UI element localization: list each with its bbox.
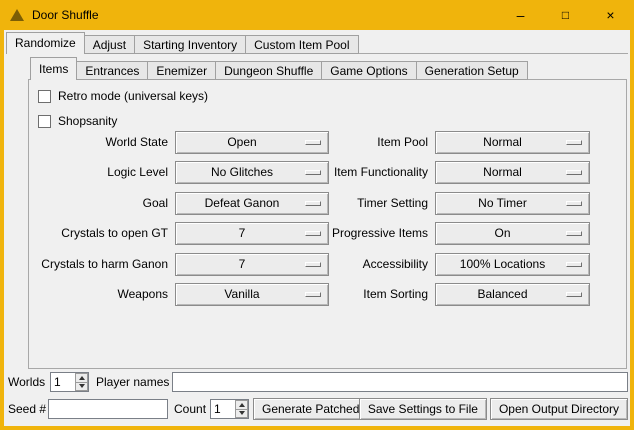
goal-dropdown[interactable]: Defeat Ganon	[175, 192, 329, 215]
spinner-up-button[interactable]	[75, 373, 88, 383]
worlds-row: Worlds Player names	[4, 372, 630, 392]
accessibility-label: Accessibility	[322, 253, 428, 276]
dropdown-indicator-icon	[566, 140, 582, 145]
weapons-dropdown[interactable]: Vanilla	[175, 283, 329, 306]
tab-items[interactable]: Items	[30, 57, 77, 80]
player-names-input[interactable]	[172, 372, 628, 392]
close-button[interactable]: ×	[588, 0, 633, 30]
dropdown-indicator-icon	[305, 140, 321, 145]
open-output-directory-button[interactable]: Open Output Directory	[490, 398, 628, 420]
weapons-label: Weapons	[8, 283, 168, 306]
tab-game-options[interactable]: Game Options	[321, 61, 416, 80]
bottom-right-buttons: Save Settings to File Open Output Direct…	[359, 398, 628, 420]
item-functionality-label: Item Functionality	[322, 161, 428, 184]
dropdown-indicator-icon	[305, 262, 321, 267]
item-functionality-dropdown[interactable]: Normal	[435, 161, 590, 184]
count-spinbox[interactable]	[210, 399, 249, 419]
tab-randomize[interactable]: Randomize	[6, 32, 85, 54]
dropdown-indicator-icon	[566, 262, 582, 267]
accessibility-dropdown[interactable]: 100% Locations	[435, 253, 590, 276]
retro-mode-label: Retro mode (universal keys)	[58, 89, 208, 103]
tab-custom-item-pool[interactable]: Custom Item Pool	[245, 35, 358, 54]
field-row: Logic Level No Glitches Item Functionali…	[4, 161, 627, 184]
dropdown-indicator-icon	[305, 170, 321, 175]
crystals-gt-label: Crystals to open GT	[8, 222, 168, 245]
logic-level-dropdown[interactable]: No Glitches	[175, 161, 329, 184]
timer-setting-label: Timer Setting	[322, 192, 428, 215]
timer-setting-dropdown[interactable]: No Timer	[435, 192, 590, 215]
seed-label: Seed #	[8, 398, 46, 420]
shopsanity-checkbox-row: Shopsanity	[38, 111, 117, 131]
crystals-gt-dropdown[interactable]: 7	[175, 222, 329, 245]
arrow-down-icon	[239, 411, 245, 415]
arrow-up-icon	[79, 376, 85, 380]
field-row: Goal Defeat Ganon Timer Setting No Timer	[4, 192, 627, 215]
app-icon	[10, 9, 24, 21]
field-row: Crystals to open GT 7 Progressive Items …	[4, 222, 627, 245]
tab-enemizer[interactable]: Enemizer	[147, 61, 216, 80]
outer-tab-row: Randomize Adjust Starting Inventory Cust…	[6, 32, 359, 54]
retro-mode-checkbox[interactable]	[38, 90, 51, 103]
player-names-label: Player names	[96, 372, 169, 392]
tab-generation-setup[interactable]: Generation Setup	[416, 61, 528, 80]
worlds-label: Worlds	[8, 372, 45, 392]
tab-starting-inventory[interactable]: Starting Inventory	[134, 35, 246, 54]
client-area: Randomize Adjust Starting Inventory Cust…	[4, 30, 630, 426]
dropdown-indicator-icon	[566, 292, 582, 297]
world-state-dropdown[interactable]: Open	[175, 131, 329, 154]
crystals-ganon-label: Crystals to harm Ganon	[8, 253, 168, 276]
world-state-label: World State	[8, 131, 168, 154]
logic-level-label: Logic Level	[8, 161, 168, 184]
dropdown-indicator-icon	[566, 170, 582, 175]
window-title: Door Shuffle	[32, 0, 99, 30]
spinner-down-button[interactable]	[75, 383, 88, 392]
minimize-button[interactable]: –	[498, 0, 543, 30]
save-settings-button[interactable]: Save Settings to File	[359, 398, 487, 420]
window-controls: – □ ×	[498, 0, 633, 30]
window: Door Shuffle – □ × Randomize Adjust Star…	[0, 0, 634, 430]
spinner-buttons	[235, 400, 248, 418]
titlebar: Door Shuffle – □ ×	[0, 0, 634, 30]
field-row: Weapons Vanilla Item Sorting Balanced	[4, 283, 627, 306]
spinner-down-button[interactable]	[235, 410, 248, 419]
item-pool-dropdown[interactable]: Normal	[435, 131, 590, 154]
worlds-spinbox[interactable]	[50, 372, 89, 392]
dropdown-indicator-icon	[566, 231, 582, 236]
seed-input[interactable]	[48, 399, 168, 419]
arrow-down-icon	[79, 384, 85, 388]
item-sorting-dropdown[interactable]: Balanced	[435, 283, 590, 306]
item-sorting-label: Item Sorting	[322, 283, 428, 306]
crystals-ganon-dropdown[interactable]: 7	[175, 253, 329, 276]
dropdown-indicator-icon	[305, 292, 321, 297]
inner-tab-row: Items Entrances Enemizer Dungeon Shuffle…	[30, 57, 528, 80]
goal-label: Goal	[8, 192, 168, 215]
tab-dungeon-shuffle[interactable]: Dungeon Shuffle	[215, 61, 322, 80]
dropdown-indicator-icon	[305, 201, 321, 206]
dropdown-indicator-icon	[566, 201, 582, 206]
tab-entrances[interactable]: Entrances	[76, 61, 148, 80]
count-label: Count	[174, 398, 206, 420]
field-row: Crystals to harm Ganon 7 Accessibility 1…	[4, 253, 627, 276]
spinner-up-button[interactable]	[235, 400, 248, 410]
maximize-button[interactable]: □	[543, 0, 588, 30]
retro-mode-checkbox-row: Retro mode (universal keys)	[38, 86, 208, 106]
item-pool-label: Item Pool	[322, 131, 428, 154]
progressive-items-label: Progressive Items	[322, 222, 428, 245]
arrow-up-icon	[239, 403, 245, 407]
shopsanity-checkbox[interactable]	[38, 115, 51, 128]
progressive-items-dropdown[interactable]: On	[435, 222, 590, 245]
shopsanity-label: Shopsanity	[58, 114, 117, 128]
field-row: World State Open Item Pool Normal	[4, 131, 627, 154]
spinner-buttons	[75, 373, 88, 391]
seed-row: Seed # Count Generate Patched Rom Save S…	[4, 398, 630, 420]
tab-adjust[interactable]: Adjust	[84, 35, 135, 54]
dropdown-indicator-icon	[305, 231, 321, 236]
